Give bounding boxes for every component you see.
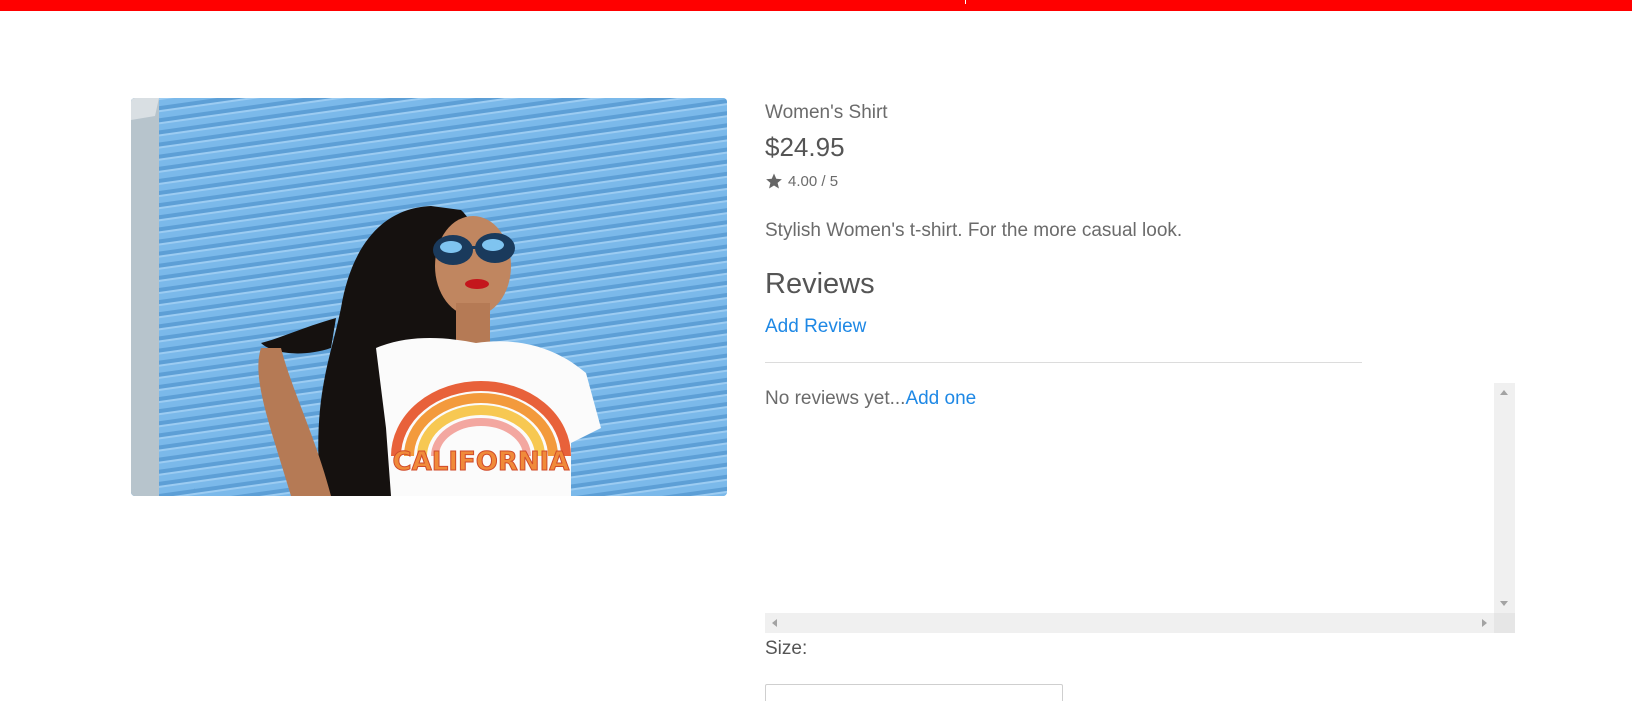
no-reviews-text: No reviews yet... xyxy=(765,388,906,409)
size-select[interactable] xyxy=(765,684,1063,701)
reviews-divider xyxy=(765,362,1362,363)
product-price: $24.95 xyxy=(765,132,845,162)
product-description: Stylish Women's t-shirt. For the more ca… xyxy=(765,220,1183,241)
product-rating: 4.00 / 5 xyxy=(765,172,838,190)
reviews-scroll-area[interactable]: No reviews yet...Add one xyxy=(765,383,1515,633)
vertical-scrollbar[interactable] xyxy=(1494,383,1515,613)
add-review-link[interactable]: Add Review xyxy=(765,316,866,338)
top-accent-bar xyxy=(0,0,1632,11)
scroll-down-icon[interactable] xyxy=(1500,601,1508,606)
star-icon xyxy=(765,172,783,190)
product-category: Women's Shirt xyxy=(765,102,888,123)
add-one-link[interactable]: Add one xyxy=(905,388,976,409)
product-image: CALIFORNIA xyxy=(131,98,727,496)
size-label: Size: xyxy=(765,638,808,659)
horizontal-scrollbar[interactable] xyxy=(765,613,1494,633)
scroll-right-icon[interactable] xyxy=(1482,619,1487,627)
shirt-print-text: CALIFORNIA xyxy=(393,447,570,477)
reviews-heading: Reviews xyxy=(765,268,875,300)
no-reviews-message: No reviews yet...Add one xyxy=(765,388,976,410)
product-photo: CALIFORNIA xyxy=(131,98,727,496)
rating-value: 4.00 / 5 xyxy=(788,172,839,190)
top-bar-marker xyxy=(965,0,966,4)
scrollbar-corner xyxy=(1494,613,1515,633)
scroll-left-icon[interactable] xyxy=(772,619,777,627)
scroll-up-icon[interactable] xyxy=(1500,390,1508,395)
